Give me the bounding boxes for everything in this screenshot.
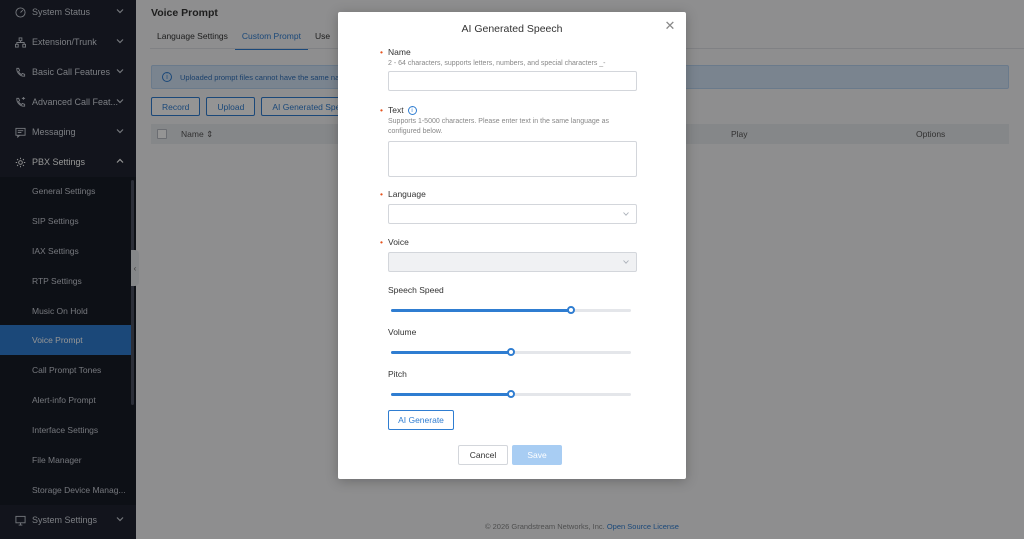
required-marker: • bbox=[380, 189, 383, 199]
slider-fill bbox=[391, 351, 511, 354]
save-button[interactable]: Save bbox=[512, 445, 562, 465]
ai-generate-button[interactable]: AI Generate bbox=[388, 410, 454, 430]
close-icon[interactable]: ✕ bbox=[664, 19, 676, 32]
chevron-down-icon bbox=[623, 260, 629, 264]
speech-speed-label: Speech Speed bbox=[388, 285, 444, 295]
speech-speed-slider[interactable] bbox=[391, 306, 631, 314]
required-marker: • bbox=[380, 105, 383, 115]
voice-select[interactable] bbox=[388, 252, 637, 272]
required-marker: • bbox=[380, 237, 383, 247]
text-hint: Supports 1-5000 characters. Please enter… bbox=[388, 118, 610, 135]
text-label: • Text i bbox=[380, 105, 417, 116]
required-marker: • bbox=[380, 47, 383, 57]
pitch-label: Pitch bbox=[388, 369, 407, 379]
language-label-text: Language bbox=[388, 189, 426, 199]
name-label-text: Name bbox=[388, 47, 411, 57]
ai-generated-speech-dialog: AI Generated Speech ✕ • Name 2 - 64 chara… bbox=[338, 12, 686, 479]
dialog-title: AI Generated Speech bbox=[461, 23, 563, 35]
pitch-slider[interactable] bbox=[391, 390, 631, 398]
voice-label: • Voice bbox=[380, 237, 409, 247]
language-select[interactable] bbox=[388, 204, 637, 224]
name-input[interactable] bbox=[388, 71, 637, 91]
slider-fill bbox=[391, 393, 511, 396]
chevron-down-icon bbox=[623, 212, 629, 216]
volume-slider[interactable] bbox=[391, 348, 631, 356]
voice-label-text: Voice bbox=[388, 237, 409, 247]
name-hint: 2 - 64 characters, supports letters, num… bbox=[388, 60, 606, 67]
text-label-text: Text bbox=[388, 105, 404, 115]
volume-label: Volume bbox=[388, 327, 417, 337]
slider-thumb[interactable] bbox=[507, 348, 515, 356]
name-label: • Name bbox=[380, 47, 411, 57]
slider-fill bbox=[391, 309, 571, 312]
info-icon[interactable]: i bbox=[407, 106, 417, 116]
slider-thumb[interactable] bbox=[507, 390, 515, 398]
slider-thumb[interactable] bbox=[567, 306, 575, 314]
cancel-button[interactable]: Cancel bbox=[458, 445, 508, 465]
language-label: • Language bbox=[380, 189, 426, 199]
text-textarea[interactable] bbox=[388, 141, 637, 177]
